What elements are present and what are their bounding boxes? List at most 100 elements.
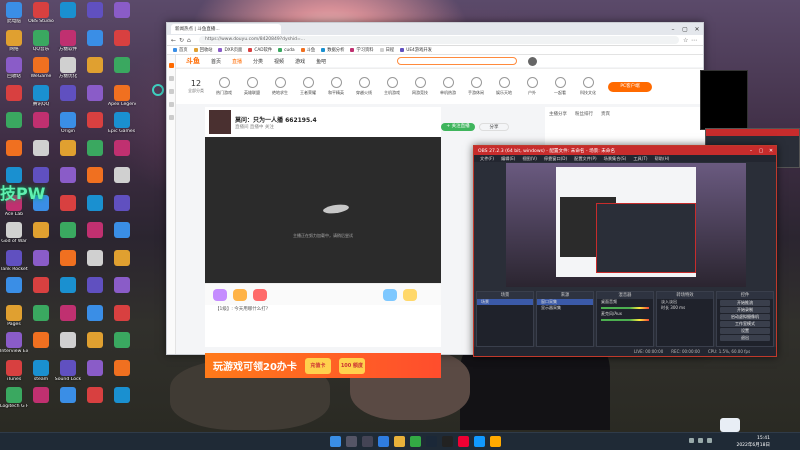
desktop-icon[interactable] [54,167,82,184]
desktop-icon[interactable] [0,277,28,294]
site-nav-item[interactable]: 游戏 [295,58,305,65]
sidebar-game-icon[interactable] [168,115,174,120]
category-item[interactable]: 王者荣耀 [294,77,322,96]
url-input[interactable]: https://www.douyu.com/8420849?dyshid=... [199,36,679,44]
desktop-icon[interactable] [81,249,109,267]
gift-icon[interactable] [213,288,227,301]
desktop-icon[interactable]: OBS Studio [27,2,55,24]
site-nav-item[interactable]: 鱼吧 [316,58,326,65]
favorite-link[interactable]: 首页 [173,47,188,53]
desktop-icon[interactable] [27,387,55,404]
desktop-icon[interactable] [108,249,136,267]
tray-icon[interactable] [689,438,694,443]
desktop-icon[interactable] [27,277,55,294]
desktop-icon[interactable] [81,332,109,349]
close-icon[interactable]: ✕ [691,26,703,33]
obs-menu-item[interactable]: 停靠窗口(D) [544,156,567,162]
desktop-icon[interactable] [81,194,109,212]
favorite-link[interactable]: DXR页面 [218,47,242,53]
task-view-icon[interactable] [362,436,373,447]
favorite-link[interactable]: UE4游戏开发 [400,47,432,53]
gift-icon[interactable] [403,288,417,301]
gift-icon[interactable] [253,288,267,301]
obs-menu-item[interactable]: 配置文件(P) [574,156,597,162]
favorite-link[interactable]: 日程 [379,47,394,53]
desktop-icon[interactable]: QQ音乐 [27,29,55,52]
volume-meter[interactable] [601,319,649,321]
volume-icon[interactable] [707,438,712,443]
desktop-icon[interactable] [108,387,136,404]
desktop-icon[interactable] [81,112,109,129]
category-item[interactable]: 英雄联盟 [238,77,266,96]
category-count[interactable]: 12 全部分类 [182,79,210,94]
desktop-icon[interactable] [54,222,82,239]
right-panel-tab[interactable]: 粉丝排行 [575,111,593,117]
minimize-icon[interactable]: – [746,148,756,154]
right-panel-tab[interactable]: 贵宾 [601,111,610,117]
desktop-icon[interactable]: 腾讯QQ [27,84,55,107]
obs-menu-item[interactable]: 视图(V) [522,156,537,162]
favorite-link[interactable]: 学习资料 [350,47,374,53]
close-icon[interactable]: ✕ [766,148,776,154]
category-item[interactable]: 和平精英 [322,77,350,96]
category-item[interactable]: 手游休闲 [462,77,490,96]
desktop-icon[interactable]: steam [27,359,55,382]
desktop-icon[interactable] [27,332,55,349]
desktop-icon[interactable] [81,277,109,294]
desktop-icon[interactable]: 网络 [0,29,28,52]
desktop-icon[interactable] [108,359,136,377]
favorite-link[interactable]: cuda [278,48,295,53]
maximize-icon[interactable]: ▢ [679,26,691,33]
site-search-input[interactable] [397,57,518,65]
desktop-icon[interactable] [0,139,28,157]
desktop-icon[interactable] [54,139,82,157]
desktop-icon[interactable] [81,359,109,377]
site-nav-item[interactable]: 分类 [253,58,263,65]
obs-icon[interactable] [442,436,453,447]
sidebar-follow-icon[interactable] [168,76,174,81]
desktop-icon[interactable] [81,304,109,322]
explorer-icon[interactable] [394,436,405,447]
desktop-icon[interactable] [27,112,55,129]
clock[interactable]: 15:41 2022年6月18日 [736,435,770,449]
desktop-icon[interactable]: God of War [0,222,28,244]
desktop-icon[interactable] [81,57,109,74]
desktop-icon[interactable] [81,167,109,184]
desktop-icon[interactable]: 此电脑 [0,2,28,24]
desktop-icon[interactable]: 方糖优化 [54,57,82,79]
desktop-icon[interactable]: 方糖软件 [54,29,82,52]
obs-control-button[interactable]: 工作室模式 [720,321,770,327]
category-item[interactable]: 娱乐天地 [490,77,518,96]
follow-button[interactable]: + 关注直播 [441,123,475,131]
desktop-icon[interactable] [108,2,136,19]
desktop-icon[interactable] [27,304,55,322]
refresh-icon[interactable]: ↻ [179,37,187,44]
category-item[interactable]: 热门游戏 [210,77,238,96]
video-player[interactable]: 主播正在努力加载中，请稍后尝试 [205,137,441,283]
desktop-icon[interactable] [81,29,109,47]
desktop-icon[interactable] [27,222,55,239]
favorite-link[interactable]: CAD软件 [248,47,272,53]
category-item[interactable]: 主机游戏 [378,77,406,96]
desktop-icon[interactable] [81,84,109,102]
category-item[interactable]: 一起看 [546,77,574,96]
more-icon[interactable]: ⋯ [691,37,699,44]
desktop-icon[interactable]: Epic Games Launcher [108,112,136,134]
banner-button[interactable]: 100 额度 [338,357,365,374]
favorite-link[interactable]: 斗鱼 [300,47,315,53]
category-item[interactable]: 穿越火线 [350,77,378,96]
favorite-link[interactable]: 数据分析 [321,47,344,53]
obs-menu-item[interactable]: 工具(T) [633,156,647,162]
promo-banner[interactable]: 玩游戏可领20办卡 充值卡 100 额度 [205,353,441,378]
obs-control-button[interactable]: 退出 [720,335,770,341]
volume-meter[interactable] [601,307,649,309]
pc-client-button[interactable]: PC客户端 [608,81,652,92]
desktop-icon[interactable] [54,84,82,102]
desktop-icon[interactable] [108,277,136,294]
desktop-icon[interactable] [81,222,109,239]
desktop-icon[interactable] [108,57,136,74]
desktop-icon[interactable] [54,194,82,212]
source-item[interactable]: 显示器采集 [537,305,593,311]
steam-icon[interactable] [426,436,437,447]
desktop-icon[interactable]: Sound Lock [54,359,82,382]
